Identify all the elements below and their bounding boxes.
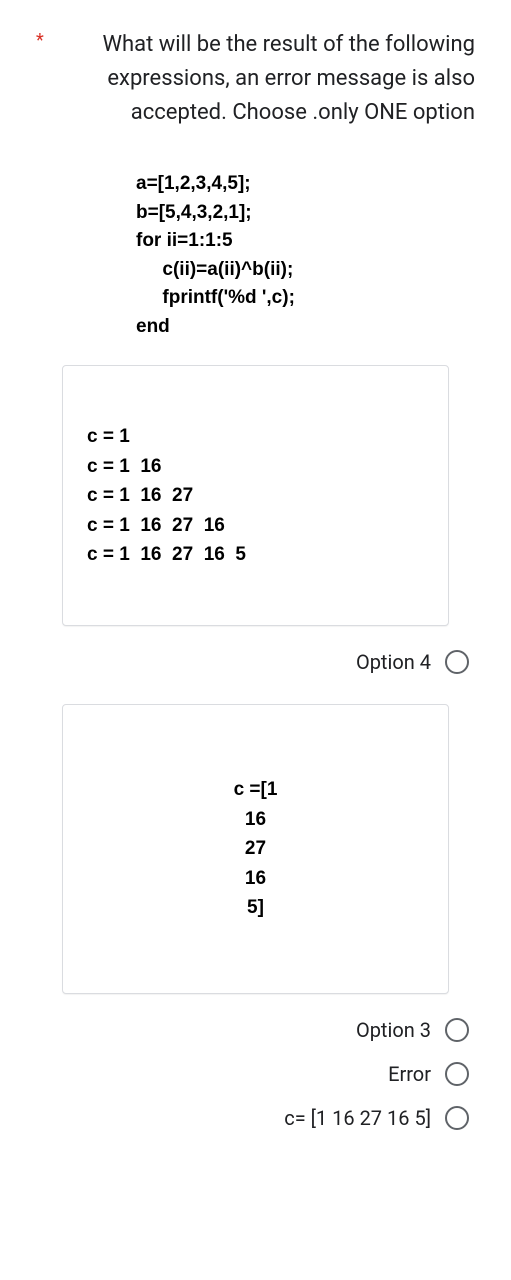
card-body-3: c =[1 16 27 16 5]: [63, 705, 448, 992]
question-text: What will be the result of the following…: [56, 28, 475, 130]
option-label-error: Error: [388, 1062, 431, 1086]
option-row-3[interactable]: Option 3: [36, 1008, 469, 1052]
option-row-4[interactable]: Option 4: [36, 640, 469, 684]
question-container: * What will be the result of the followi…: [0, 0, 511, 1168]
option-label-inline: c= [1 16 27 16 5]: [284, 1106, 431, 1130]
required-asterisk: *: [36, 28, 48, 53]
radio-option-3[interactable]: [445, 1018, 469, 1042]
code-block: a=[1,2,3,4,5]; b=[5,4,3,2,1]; for ii=1:1…: [136, 170, 475, 341]
question-row: * What will be the result of the followi…: [36, 28, 475, 130]
radio-option-inline[interactable]: [445, 1106, 469, 1130]
option-label-4: Option 4: [356, 650, 431, 674]
option-row-inline[interactable]: c= [1 16 27 16 5]: [36, 1096, 469, 1140]
radio-option-4[interactable]: [445, 650, 469, 674]
option-card-4: c = 1 c = 1 16 c = 1 16 27 c = 1 16 27 1…: [62, 365, 449, 626]
card-body-4: c = 1 c = 1 16 c = 1 16 27 c = 1 16 27 1…: [63, 366, 448, 625]
option-row-error[interactable]: Error: [36, 1052, 469, 1096]
option-card-3: c =[1 16 27 16 5]: [62, 704, 449, 993]
radio-option-error[interactable]: [445, 1062, 469, 1086]
option-label-3: Option 3: [356, 1018, 431, 1042]
